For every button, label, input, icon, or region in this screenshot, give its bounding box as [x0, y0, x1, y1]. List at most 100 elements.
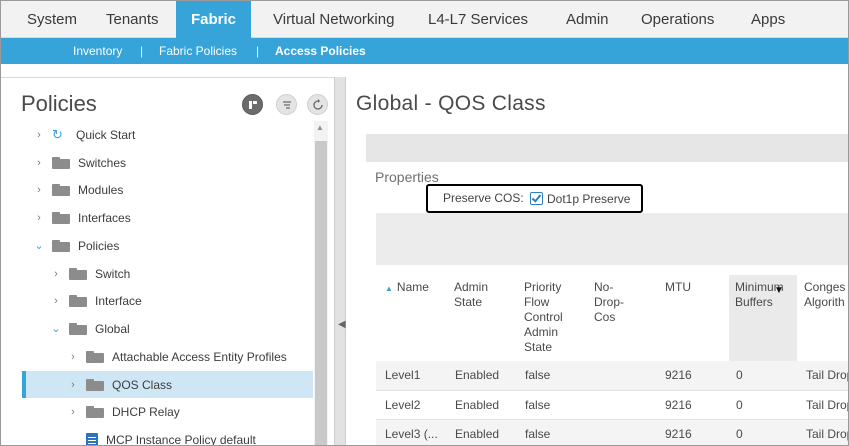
cell-name: Level2: [385, 398, 421, 412]
tree-item-label: Policies: [78, 239, 120, 253]
left-panel-title: Policies: [21, 91, 97, 116]
table-row[interactable]: Level3 (... Enabled false 9216 0 Tail Dr…: [376, 419, 849, 445]
refresh-button[interactable]: [307, 94, 328, 115]
folder-icon: [86, 378, 104, 391]
sort-ascending-icon: ▲: [385, 284, 393, 293]
tab-l4-l7-services[interactable]: L4-L7 Services: [428, 1, 528, 38]
sub-nav: Inventory | Fabric Policies | Access Pol…: [1, 38, 848, 64]
policy-actions-button[interactable]: [242, 94, 263, 115]
app-window: System Tenants Fabric Virtual Networking…: [0, 0, 849, 446]
cell-minimum-buffers: 0: [736, 427, 743, 441]
tab-system[interactable]: System: [27, 1, 77, 38]
cell-minimum-buffers: 0: [736, 368, 743, 382]
chevron-right-icon: ›: [37, 184, 41, 196]
checkmark-icon: [531, 192, 542, 203]
chevron-right-icon: ›: [54, 295, 58, 307]
column-header-mtu[interactable]: MTU: [665, 280, 691, 295]
chevron-right-icon: ›: [71, 351, 75, 363]
folder-icon: [86, 406, 104, 418]
quick-start-icon: ↻: [52, 127, 63, 142]
tree-item-label: Global: [95, 322, 130, 336]
chevron-right-icon: ›: [54, 268, 58, 280]
toolbar-bar: [366, 134, 848, 162]
tab-admin[interactable]: Admin: [566, 1, 609, 38]
tree-item-interfaces[interactable]: › Interfaces: [34, 207, 131, 229]
collapse-handle-icon[interactable]: ◀: [338, 319, 346, 330]
tree-item-label: Quick Start: [76, 128, 136, 142]
folder-icon: [52, 184, 70, 196]
column-header-no-drop-cos[interactable]: No- Drop- Cos: [594, 280, 624, 325]
chevron-right-icon: ›: [71, 378, 75, 391]
tree-item-switch[interactable]: › Switch: [51, 263, 130, 285]
tree-item-quick-start[interactable]: › ↻ Quick Start: [34, 124, 135, 146]
tree-item-label: Attachable Access Entity Profiles: [112, 350, 287, 364]
cell-pfc-admin-state: false: [525, 427, 551, 441]
tree-item-mcp-instance-policy-default[interactable]: MCP Instance Policy default: [86, 429, 256, 445]
tree-item-label: Interfaces: [78, 211, 131, 225]
chevron-right-icon: ›: [37, 157, 41, 169]
tab-virtual-networking[interactable]: Virtual Networking: [273, 1, 394, 38]
tab-fabric[interactable]: Fabric: [176, 1, 252, 38]
folder-icon: [69, 295, 87, 307]
cell-congestion-algorithm: Tail Drop: [806, 368, 849, 382]
tree-item-interface[interactable]: › Interface: [51, 290, 142, 312]
policy-doc-icon: [86, 432, 98, 445]
tree-item-label: Interface: [95, 294, 142, 308]
folder-icon: [52, 212, 70, 224]
cell-congestion-algorithm: Tail Drop: [806, 427, 849, 441]
column-header-name[interactable]: ▲ Name: [385, 280, 429, 296]
top-nav: System Tenants Fabric Virtual Networking…: [1, 1, 848, 38]
page-title: Global - QOS Class: [356, 92, 546, 115]
scroll-up-icon[interactable]: ▲: [316, 123, 324, 132]
subnav-access-policies[interactable]: Access Policies: [275, 38, 366, 64]
folder-icon: [69, 268, 87, 280]
refresh-icon: [312, 98, 323, 110]
cell-pfc-admin-state: false: [525, 368, 551, 382]
filter-button[interactable]: [276, 94, 297, 115]
column-header-admin-state[interactable]: Admin State: [454, 280, 488, 310]
column-header-congestion-algorithm[interactable]: Conges Algorith: [804, 280, 845, 310]
tree-item-attachable-access-entity-profiles[interactable]: › Attachable Access Entity Profiles: [68, 346, 287, 368]
cell-mtu: 9216: [665, 368, 692, 382]
column-header-label: Name: [396, 280, 429, 294]
tree-item-policies[interactable]: ⌄ Policies: [34, 235, 119, 257]
cell-minimum-buffers: 0: [736, 398, 743, 412]
dot1p-preserve-label[interactable]: Dot1p Preserve: [547, 192, 630, 206]
tab-tenants[interactable]: Tenants: [106, 1, 159, 38]
tab-apps[interactable]: Apps: [751, 1, 785, 38]
panel-splitter[interactable]: [334, 77, 346, 445]
tree-item-label: Switch: [95, 267, 131, 281]
table-toolbar: [376, 213, 848, 265]
subnav-inventory[interactable]: Inventory: [73, 38, 122, 64]
mouse-cursor-icon: ▼: [774, 285, 784, 296]
subnav-separator: |: [256, 44, 260, 58]
tree-item-label: Switches: [78, 156, 127, 170]
column-header-pfc-admin-state[interactable]: Priority Flow Control Admin State: [524, 280, 563, 355]
properties-label: Properties: [375, 169, 439, 185]
preserve-cos-label: Preserve COS:: [443, 191, 524, 205]
tree-item-label: Modules: [78, 183, 124, 197]
tab-operations[interactable]: Operations: [641, 1, 714, 38]
tree-item-qos-class[interactable]: › QOS Class: [22, 371, 313, 398]
subnav-fabric-policies[interactable]: Fabric Policies: [159, 38, 237, 64]
cell-admin-state: Enabled: [455, 398, 500, 412]
tree-item-global[interactable]: ⌄ Global: [51, 318, 130, 340]
tree-item-dhcp-relay[interactable]: › DHCP Relay: [68, 401, 180, 423]
policy-actions-icon: [248, 100, 257, 109]
tree-scrollbar-thumb[interactable]: [315, 141, 327, 445]
tree-item-switches[interactable]: › Switches: [34, 152, 126, 174]
folder-icon: [86, 351, 104, 363]
cell-admin-state: Enabled: [455, 427, 500, 441]
chevron-right-icon: ›: [37, 212, 41, 224]
dot1p-preserve-checkbox[interactable]: [530, 192, 543, 205]
table-row[interactable]: Level2 Enabled false 9216 0 Tail Drop: [376, 390, 848, 419]
folder-icon: [52, 157, 70, 169]
chevron-right-icon: ›: [37, 129, 41, 141]
cell-pfc-admin-state: false: [525, 398, 551, 412]
table-row[interactable]: Level1 Enabled false 9216 0 Tail Drop: [376, 361, 849, 390]
cell-mtu: 9216: [665, 398, 692, 412]
folder-icon: [52, 240, 70, 252]
cell-admin-state: Enabled: [455, 368, 500, 382]
tree-item-modules[interactable]: › Modules: [34, 179, 123, 201]
chevron-right-icon: ›: [71, 406, 75, 418]
